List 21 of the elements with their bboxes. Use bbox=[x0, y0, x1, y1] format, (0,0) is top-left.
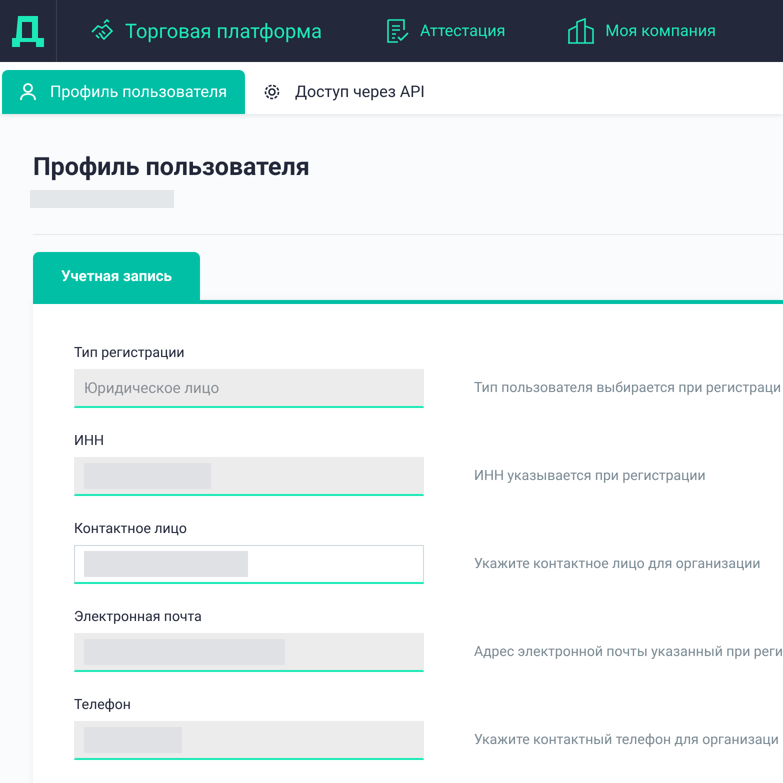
field-label: ИНН bbox=[74, 432, 104, 450]
field-hint: Адрес электронной почты указанный при реги bbox=[474, 643, 783, 662]
nav-link[interactable]: Торговая платформа bbox=[89, 16, 322, 46]
nav-link[interactable]: Аттестация bbox=[384, 18, 506, 44]
field-label: Контактное лицо bbox=[74, 520, 187, 538]
page-title: Профиль пользователя bbox=[33, 152, 311, 184]
nav-link[interactable]: Моя компания bbox=[567, 18, 716, 44]
field-hint: ИНН указывается при регистрации bbox=[474, 467, 706, 486]
input-field[interactable] bbox=[74, 545, 424, 584]
field-hint: Укажите контактный телефон для организаци bbox=[474, 731, 779, 750]
field-label: Телефон bbox=[74, 696, 131, 714]
gear-icon bbox=[263, 83, 282, 101]
checklist-icon bbox=[384, 18, 410, 44]
field-hint: Тип пользователя выбирается при регистраци bbox=[474, 379, 782, 398]
field-hint: Укажите контактное лицо для организации bbox=[474, 555, 760, 574]
logo-icon[interactable] bbox=[10, 14, 46, 48]
field-label: Тип регистрации bbox=[74, 344, 184, 362]
user-icon bbox=[20, 83, 36, 101]
buildings-icon bbox=[567, 18, 596, 44]
field-label: Электронная почта bbox=[74, 608, 202, 626]
tab[interactable]: Доступ через API bbox=[245, 70, 443, 114]
